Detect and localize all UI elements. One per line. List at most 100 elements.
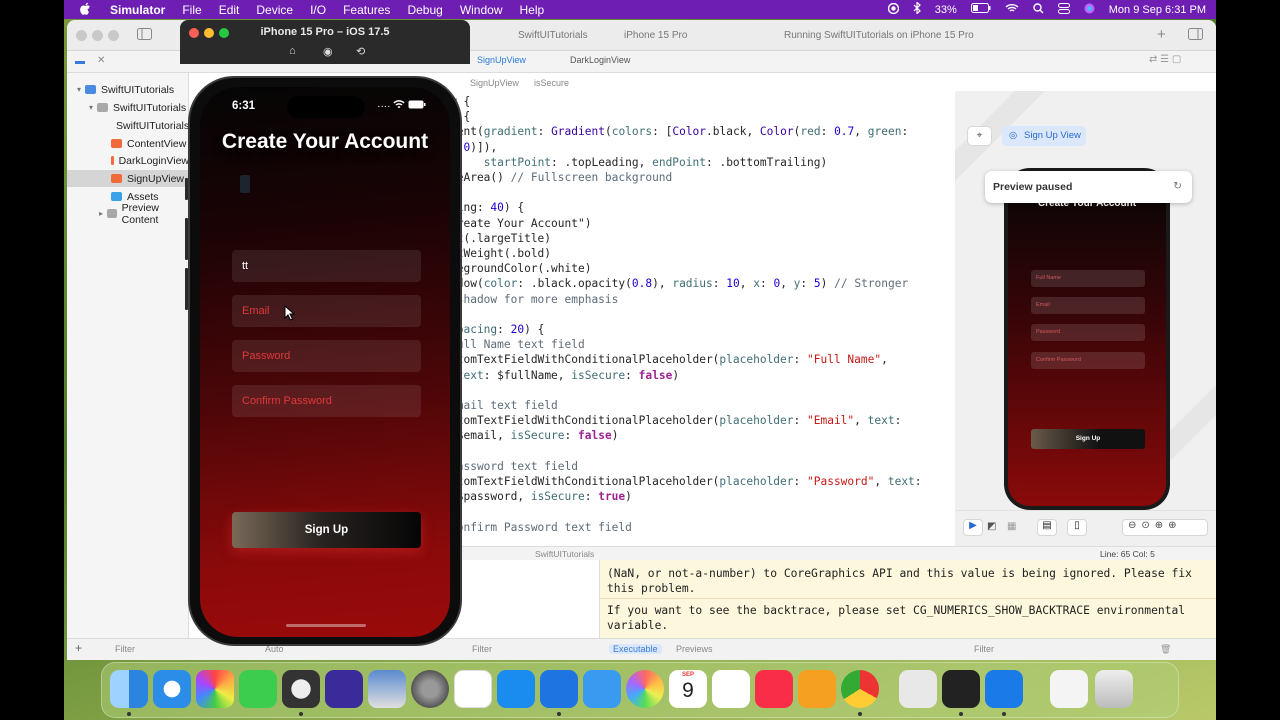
- pin-preview-icon[interactable]: ⌖: [967, 126, 992, 146]
- launchpad-icon[interactable]: [196, 670, 234, 708]
- battery-icon[interactable]: [970, 3, 991, 16]
- close-icon[interactable]: ✕: [97, 55, 105, 66]
- trash-icon[interactable]: [1095, 670, 1133, 708]
- breadcrumb-file[interactable]: SignUpView: [470, 78, 519, 88]
- preview-badge[interactable]: ◎ Sign Up View: [1002, 126, 1086, 146]
- tab-darkloginview[interactable]: DarkLoginView: [570, 55, 630, 65]
- project-icon: [85, 85, 97, 94]
- device-selector[interactable]: iPhone 15 Pro: [624, 30, 687, 41]
- menu-debug[interactable]: Debug: [407, 3, 442, 17]
- nav-item-project[interactable]: ▾ SwiftUITutorials: [67, 81, 189, 98]
- add-icon[interactable]: +: [1157, 26, 1166, 43]
- finder-icon[interactable]: [110, 670, 148, 708]
- device-icon[interactable]: ▯: [1067, 519, 1087, 536]
- volume-up-button[interactable]: [185, 218, 188, 260]
- imovie-star-icon[interactable]: [325, 670, 363, 708]
- rotate-icon[interactable]: ⟲: [356, 45, 365, 58]
- navigator-filter[interactable]: Filter: [115, 644, 135, 654]
- menu-app-name[interactable]: Simulator: [110, 3, 165, 17]
- menu-window[interactable]: Window: [460, 3, 503, 17]
- bluetooth-icon[interactable]: [913, 1, 921, 17]
- nav-item-group[interactable]: ▾ SwiftUITutorials: [67, 99, 189, 116]
- password-field[interactable]: Password: [232, 340, 421, 372]
- spotlight-icon[interactable]: [1033, 2, 1044, 17]
- facetime-icon[interactable]: [239, 670, 277, 708]
- terminal-icon[interactable]: [942, 670, 980, 708]
- signup-button[interactable]: Sign Up: [232, 512, 421, 548]
- action-button[interactable]: [185, 178, 188, 200]
- menu-features[interactable]: Features: [343, 3, 390, 17]
- refresh-icon[interactable]: ↻: [1173, 180, 1182, 192]
- screenshot-icon[interactable]: ◉: [323, 45, 333, 58]
- minimize-window-icon[interactable]: [92, 30, 103, 41]
- safari-icon[interactable]: [153, 670, 191, 708]
- device-settings-icon[interactable]: ▤: [1037, 519, 1057, 536]
- record-icon[interactable]: [887, 2, 899, 17]
- home-icon[interactable]: ⌂: [289, 45, 296, 57]
- tab-executable[interactable]: Executable: [609, 644, 662, 654]
- tab-signupview[interactable]: SignUpView: [477, 55, 526, 65]
- system-settings-icon[interactable]: [411, 670, 449, 708]
- menubar-clock[interactable]: Mon 9 Sep 6:31 PM: [1109, 4, 1206, 16]
- menu-help[interactable]: Help: [520, 3, 545, 17]
- menu-edit[interactable]: Edit: [219, 3, 240, 17]
- notes-icon[interactable]: [454, 670, 492, 708]
- trash-icon[interactable]: 🗑: [1160, 644, 1171, 655]
- nav-item-darkloginview[interactable]: DarkLoginView: [67, 152, 189, 169]
- volume-down-button[interactable]: [185, 268, 188, 310]
- simulator-icon[interactable]: [985, 670, 1023, 708]
- app-store-icon[interactable]: [497, 670, 535, 708]
- breadcrumb-symbol[interactable]: isSecure: [534, 78, 569, 88]
- source-editor[interactable]: w {y {ient(gradient: Gradient(colors: [C…: [450, 91, 955, 546]
- control-center-icon[interactable]: [1057, 2, 1070, 17]
- email-field[interactable]: Email: [232, 295, 421, 327]
- code-line: Confirm Password text field: [450, 520, 632, 534]
- nav-item-signupview[interactable]: SignUpView: [67, 170, 189, 187]
- disclosure-icon[interactable]: ▾: [89, 103, 93, 112]
- tab-previews[interactable]: Previews: [676, 644, 713, 654]
- selectable-mode-icon[interactable]: ◩: [987, 521, 996, 532]
- calendar-icon[interactable]: SEP 9: [669, 670, 707, 708]
- music-icon[interactable]: [755, 670, 793, 708]
- wifi-icon[interactable]: [1005, 3, 1019, 16]
- split-editor-icon[interactable]: ⇄ ☰ ▢: [1149, 54, 1181, 65]
- live-preview-icon[interactable]: ▶: [963, 519, 983, 536]
- menu-io[interactable]: I/O: [310, 3, 326, 17]
- siri-icon[interactable]: [1084, 3, 1095, 17]
- disclosure-icon[interactable]: ▾: [77, 85, 81, 94]
- freeform-icon[interactable]: [712, 670, 750, 708]
- downloads-stack-icon[interactable]: [1050, 670, 1088, 708]
- script-editor-icon[interactable]: [899, 670, 937, 708]
- disclosure-icon[interactable]: ▸: [99, 209, 103, 218]
- folder-icon[interactable]: ▬: [75, 56, 85, 67]
- nav-item-app-file[interactable]: SwiftUITutorials: [67, 117, 189, 134]
- console-output[interactable]: (NaN, or not-a-number) to CoreGraphics A…: [600, 560, 1216, 638]
- menu-device[interactable]: Device: [256, 3, 293, 17]
- apple-menu-icon[interactable]: [80, 2, 94, 18]
- menu-file[interactable]: File: [182, 3, 201, 17]
- mail-icon[interactable]: [583, 670, 621, 708]
- nav-item-preview-content[interactable]: ▸ Preview Content: [67, 202, 189, 226]
- debug-target[interactable]: SwiftUITutorials: [535, 549, 594, 559]
- zoom-window-icon[interactable]: [108, 30, 119, 41]
- chrome-icon[interactable]: [841, 670, 879, 708]
- confirm-password-field[interactable]: Confirm Password: [232, 385, 421, 417]
- quicktime-icon[interactable]: [282, 670, 320, 708]
- nav-item-contentview[interactable]: ContentView: [67, 135, 189, 152]
- zoom-controls[interactable]: ⊖⊙⊕⊕: [1122, 519, 1208, 536]
- photos-icon[interactable]: [626, 670, 664, 708]
- close-window-icon[interactable]: [76, 30, 87, 41]
- fullname-field[interactable]: tt: [232, 250, 421, 282]
- scheme-selector[interactable]: SwiftUITutorials: [518, 30, 588, 41]
- variants-icon[interactable]: ▦: [1007, 521, 1016, 532]
- xcode-icon[interactable]: [540, 670, 578, 708]
- console-filter[interactable]: Filter: [974, 644, 994, 654]
- simulator-titlebar: iPhone 15 Pro – iOS 17.5 ⌂ ◉ ⟲: [180, 20, 470, 64]
- inspector-toggle-icon[interactable]: [1188, 28, 1203, 43]
- sidebar-toggle-icon[interactable]: [137, 28, 152, 43]
- console-message: If you want to see the backtrace, please…: [607, 604, 1186, 632]
- pages-icon[interactable]: [798, 670, 836, 708]
- add-file-icon[interactable]: +: [75, 641, 82, 655]
- variables-filter[interactable]: Filter: [472, 644, 492, 654]
- preview-app-icon[interactable]: [368, 670, 406, 708]
